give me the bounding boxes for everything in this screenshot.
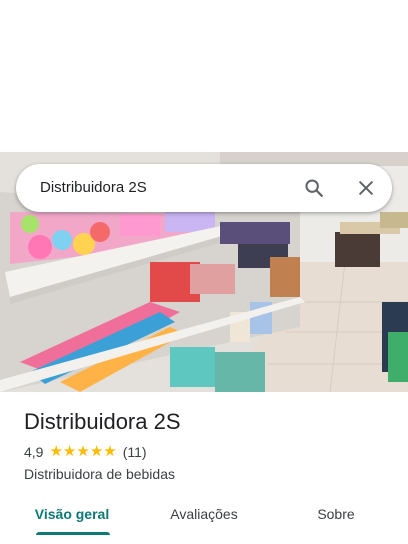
star-icon: ★ — [62, 443, 77, 460]
place-category: Distribuidora de bebidas — [24, 466, 175, 482]
search-query[interactable]: Distribuidora 2S — [40, 164, 147, 212]
close-icon[interactable] — [354, 176, 378, 200]
tab-overview[interactable]: Visão geral — [20, 498, 124, 530]
star-icon: ★ — [89, 443, 104, 460]
tab-reviews[interactable]: Avaliações — [152, 498, 256, 530]
place-sheet: Distribuidora 2S Distribuidora 2S 4,9 ★ … — [0, 0, 408, 544]
rating-row[interactable]: 4,9 ★ ★ ★ ★ ★ (11) — [24, 443, 147, 461]
star-icon: ★ — [103, 443, 117, 460]
rating-stars: ★ ★ ★ ★ ★ — [49, 443, 116, 461]
rating-count[interactable]: (11) — [123, 444, 147, 460]
place-tabs: Visão geral Avaliações Sobre — [0, 498, 408, 544]
search-bar[interactable]: Distribuidora 2S — [16, 164, 392, 212]
rating-value: 4,9 — [24, 444, 44, 460]
tab-about[interactable]: Sobre — [296, 498, 376, 530]
active-tab-indicator — [36, 532, 110, 535]
search-icon[interactable] — [302, 176, 326, 200]
star-icon: ★ — [76, 443, 90, 460]
star-icon: ★ — [49, 443, 63, 460]
place-title: Distribuidora 2S — [24, 409, 181, 434]
